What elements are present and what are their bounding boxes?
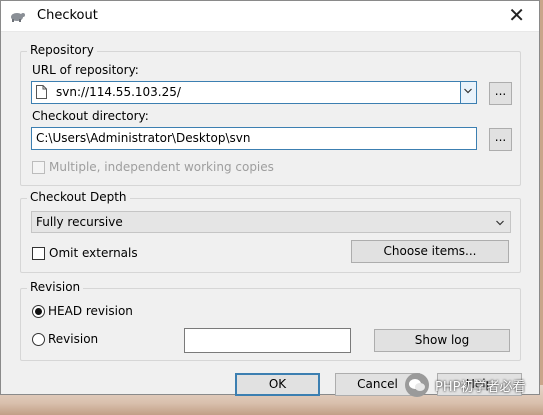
title-bar: Checkout ✕ bbox=[1, 1, 539, 32]
repository-legend: Repository bbox=[27, 43, 97, 57]
close-icon[interactable]: ✕ bbox=[508, 4, 525, 26]
document-icon bbox=[36, 85, 47, 99]
url-dropdown-button[interactable] bbox=[460, 82, 476, 103]
url-browse-label: ... bbox=[494, 84, 507, 98]
url-label: URL of repository: bbox=[32, 63, 139, 77]
choose-items-label: Choose items... bbox=[383, 244, 477, 258]
checkout-dialog: Checkout ✕ Repository URL of repository:… bbox=[0, 0, 540, 396]
omit-externals-checkbox[interactable] bbox=[32, 247, 45, 260]
checkout-dir-label: Checkout directory: bbox=[32, 109, 149, 123]
ok-label: OK bbox=[268, 377, 287, 391]
window-title: Checkout bbox=[37, 8, 98, 23]
checkout-dir-value: C:\Users\Administrator\Desktop\svn bbox=[36, 131, 251, 145]
dir-browse-label: ... bbox=[494, 130, 507, 144]
chevron-down-icon bbox=[496, 220, 504, 226]
checkout-depth-legend: Checkout Depth bbox=[27, 190, 130, 204]
url-browse-button[interactable]: ... bbox=[489, 82, 512, 105]
choose-items-button[interactable]: Choose items... bbox=[351, 240, 509, 263]
revision-input[interactable] bbox=[184, 328, 351, 353]
depth-selected-value: Fully recursive bbox=[36, 215, 123, 229]
watermark-text: PHP初学者必看 bbox=[435, 380, 526, 395]
url-value: svn://114.55.103.25/ bbox=[56, 85, 181, 99]
depth-select[interactable]: Fully recursive bbox=[31, 211, 511, 233]
omit-externals-label: Omit externals bbox=[49, 246, 138, 260]
revision-radio[interactable] bbox=[32, 333, 45, 346]
checkout-dir-input[interactable]: C:\Users\Administrator\Desktop\svn bbox=[31, 127, 477, 150]
chat-bubble-icon bbox=[409, 379, 425, 391]
head-revision-radio[interactable] bbox=[32, 305, 45, 318]
chevron-down-icon bbox=[464, 88, 472, 94]
dir-browse-button[interactable]: ... bbox=[489, 128, 512, 151]
ok-button[interactable]: OK bbox=[235, 373, 320, 396]
show-log-label: Show log bbox=[414, 333, 470, 347]
url-combobox[interactable]: svn://114.55.103.25/ bbox=[31, 81, 477, 104]
wechat-watermark: PHP初学者必看 bbox=[405, 371, 543, 405]
head-revision-label: HEAD revision bbox=[48, 304, 133, 318]
multiple-copies-label: Multiple, independent working copies bbox=[49, 160, 274, 174]
radio-selected-dot bbox=[35, 308, 42, 315]
wechat-icon bbox=[405, 373, 429, 397]
multiple-copies-checkbox[interactable] bbox=[32, 161, 45, 174]
revision-legend: Revision bbox=[27, 280, 84, 294]
tortoise-app-icon bbox=[11, 13, 25, 22]
revision-label: Revision bbox=[48, 332, 99, 346]
show-log-button[interactable]: Show log bbox=[374, 329, 510, 352]
